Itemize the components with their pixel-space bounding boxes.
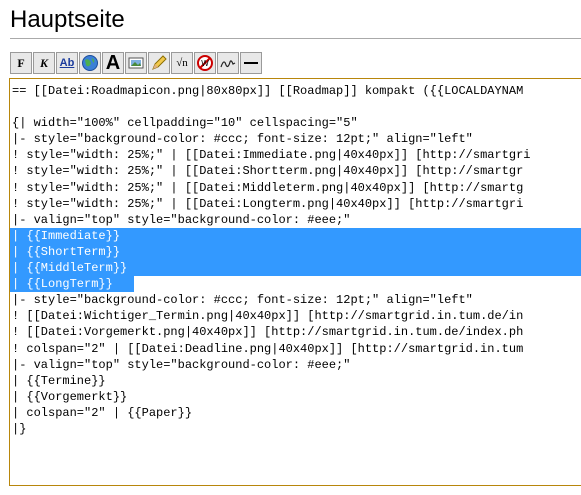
editor-line: | {{Termine}} [12,373,106,388]
hr-button[interactable] [240,52,262,74]
editor-line-selected: | {{LongTerm}} [10,276,134,293]
editor-line: ! [[Datei:Wichtiger_Termin.png|40x40px]]… [12,309,524,324]
editor-line: ! style="width: 25%;" | [[Datei:Shortter… [12,164,524,179]
headline-button[interactable]: A [102,52,124,74]
editor-line: == [[Datei:Roadmapicon.png|80x80px]] [[R… [12,84,524,98]
math-button[interactable]: √n [171,52,193,74]
signature-icon [220,60,236,68]
editor-line: ! [[Datei:Vorgemerkt.png|40x40px]] [http… [12,325,524,340]
editor-line: |- valign="top" style="background-color:… [12,357,351,372]
media-button[interactable] [148,52,170,74]
editor-line-selected: | {{MiddleTerm}} [10,260,581,277]
editor-line-selected: | {{ShortTerm}} [10,243,581,261]
editor-line: ! style="width: 25%;" | [[Datei:Immediat… [12,148,531,163]
wikitext-editor[interactable]: == [[Datei:Roadmapicon.png|80x80px]] [[R… [9,78,581,486]
page-title: Hauptseite [10,6,125,33]
editor-line: ! colspan="2" | [[Datei:Deadline.png|40x… [12,341,524,356]
editor-line: | {{Vorgemerkt}} [12,389,128,404]
image-button[interactable] [125,52,147,74]
internal-link-button[interactable]: Ab [56,52,78,74]
editor-line: |} [12,421,27,436]
editor-line: ! style="width: 25%;" | [[Datei:Middlete… [12,180,524,195]
pencil-icon [152,55,167,70]
external-link-button[interactable] [79,52,101,74]
signature-button[interactable] [217,52,239,74]
nowiki-icon: W [197,55,213,71]
editor-line: |- style="background-color: #ccc; font-s… [12,293,473,308]
italic-button[interactable]: K [33,52,55,74]
edit-toolbar: F K Ab A √n W [10,52,262,74]
nowiki-button[interactable]: W [194,52,216,74]
editor-line: |- style="background-color: #ccc; font-s… [12,132,473,147]
editor-line: | colspan="2" | {{Paper}} [12,405,193,420]
link-icon: Ab [59,57,75,69]
svg-text:W: W [201,59,209,68]
hr-icon [244,62,258,64]
editor-line-selected: | {{Immediate}} [10,227,581,244]
italic-icon: K [39,55,48,70]
bold-button[interactable]: F [10,52,32,74]
bold-icon: F [17,55,25,70]
title-divider [10,38,581,39]
editor-lines: == [[Datei:Roadmapicon.png|80x80px]] [[R… [10,83,581,437]
image-icon [128,57,144,69]
globe-icon [82,55,98,71]
editor-line: ! style="width: 25%;" | [[Datei:Longterm… [12,196,524,211]
headline-icon: A [105,52,121,74]
editor-line: |- valign="top" style="background-color:… [12,212,351,227]
editor-line: {| width="100%" cellpadding="10" cellspa… [12,116,358,131]
math-icon: √n [176,57,188,69]
